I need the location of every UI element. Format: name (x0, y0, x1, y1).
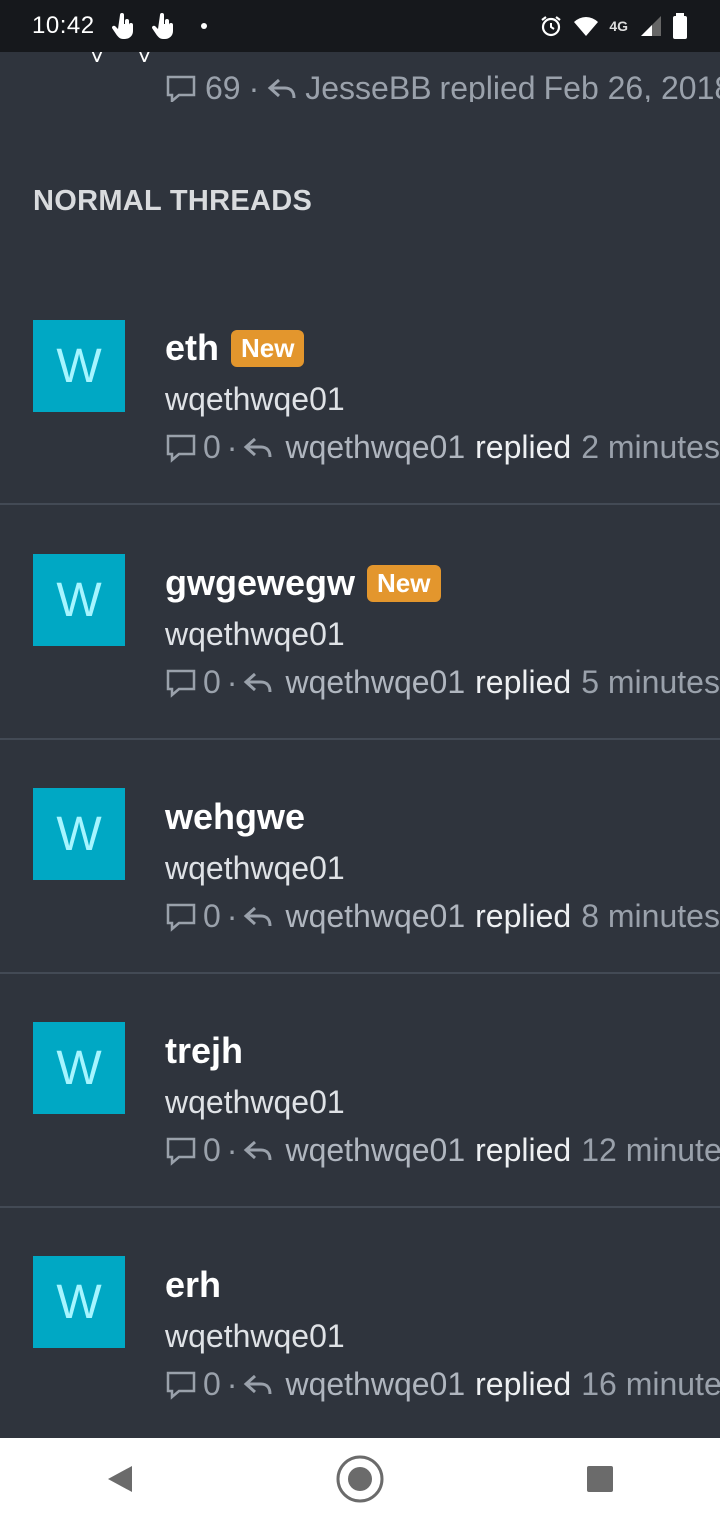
previous-thread-meta: 69 · JesseBB replied Feb 26, 2018 (165, 70, 720, 102)
thread-row[interactable]: W wehgwe wqethwqe01 0 · wqethwqe01 repli… (0, 740, 720, 974)
previous-replier: JesseBB (305, 70, 432, 102)
avatar[interactable]: W (33, 554, 125, 646)
reply-count: 0 (203, 664, 221, 700)
reply-time: 2 minutes ago (581, 429, 720, 465)
previous-replied-word: replied (439, 70, 536, 102)
replied-label: replied (475, 1132, 572, 1168)
reply-arrow-icon (243, 1139, 273, 1163)
signal-icon (641, 16, 661, 36)
avatar[interactable]: W (33, 788, 125, 880)
thread-title-text: gwgewegw (165, 562, 356, 603)
thread-title[interactable]: gwgewegw New (165, 562, 441, 604)
last-replier[interactable]: wqethwqe01 (285, 898, 465, 935)
thread-meta: 0 · wqethwqe01 replied 12 minutes ago (165, 1132, 720, 1169)
touch-hand-icon (111, 13, 133, 39)
reply-count: 0 (203, 1366, 221, 1402)
thread-title[interactable]: erh (165, 1264, 221, 1306)
thread-title[interactable]: eth New (165, 327, 305, 369)
last-replier[interactable]: wqethwqe01 (285, 1132, 465, 1169)
touch-hand-icon (151, 13, 173, 39)
chevron-icon: ˅ ˅ (90, 52, 152, 71)
recents-button[interactable] (570, 1449, 630, 1509)
thread-meta: 0 · wqethwqe01 replied 5 minutes ago (165, 664, 720, 701)
thread-row[interactable]: W eth New wqethwqe01 0 · wqethwqe01 repl… (0, 271, 720, 505)
reply-arrow-icon (243, 1373, 273, 1397)
reply-time: 12 minutes ago (581, 1132, 720, 1168)
thread-meta: 0 · wqethwqe01 replied 16 minutes ago (165, 1366, 720, 1403)
speech-bubble-icon (165, 1136, 197, 1166)
thread-author[interactable]: wqethwqe01 (165, 616, 345, 653)
thread-meta: 0 · wqethwqe01 replied 8 minutes ago (165, 898, 720, 935)
notification-dot-icon (200, 23, 207, 29)
thread-title-text: eth (165, 327, 219, 368)
status-bar: 10:42 4G (0, 0, 720, 52)
reply-arrow-icon (267, 78, 296, 98)
section-title: NORMAL THREADS (33, 185, 313, 217)
new-badge: New (367, 564, 441, 602)
avatar[interactable]: W (33, 1022, 125, 1114)
previous-time: Feb 26, 2018 (543, 70, 720, 102)
home-button[interactable] (330, 1449, 390, 1509)
thread-title-text: erh (165, 1264, 222, 1305)
wifi-icon (574, 17, 599, 36)
avatar[interactable]: W (33, 320, 125, 412)
alarm-icon (541, 16, 561, 37)
last-replier[interactable]: wqethwqe01 (285, 1366, 465, 1403)
thread-title[interactable]: trejh (165, 1030, 243, 1072)
network-type: 4G (609, 18, 628, 34)
replied-label: replied (475, 1366, 572, 1402)
reply-time: 16 minutes ago (581, 1366, 720, 1402)
back-button[interactable] (90, 1449, 150, 1509)
last-replier[interactable]: wqethwqe01 (285, 429, 465, 466)
reply-arrow-icon (243, 671, 273, 695)
replied-label: replied (475, 664, 572, 700)
thread-author[interactable]: wqethwqe01 (165, 1084, 345, 1121)
thread-row[interactable]: W gwgewegw New wqethwqe01 0 · wqethwqe01… (0, 506, 720, 740)
system-icons: 4G (539, 13, 688, 39)
previous-thread-partial[interactable]: ˅ ˅ 69 · JesseBB replied Feb 26, 2018 (0, 52, 720, 102)
battery-icon (673, 13, 687, 39)
thread-title-text: trejh (165, 1030, 244, 1071)
status-time: 10:42 (32, 12, 95, 39)
speech-bubble-icon (165, 433, 197, 463)
speech-bubble-icon (165, 1370, 197, 1400)
speech-bubble-icon (165, 668, 197, 698)
thread-author[interactable]: wqethwqe01 (165, 1318, 345, 1355)
speech-bubble-icon (166, 75, 196, 102)
avatar[interactable]: W (33, 1256, 125, 1348)
previous-reply-count: 69 (205, 70, 241, 102)
thread-author[interactable]: wqethwqe01 (165, 381, 345, 418)
reply-count: 0 (203, 429, 221, 465)
reply-count: 0 (203, 1132, 221, 1168)
home-circle-icon (336, 1455, 384, 1503)
new-badge: New (231, 329, 305, 367)
system-nav-bar (0, 1438, 720, 1520)
last-replier[interactable]: wqethwqe01 (285, 664, 465, 701)
reply-count: 0 (203, 898, 221, 934)
thread-row[interactable]: W erh wqethwqe01 0 · wqethwqe01 replied … (0, 1208, 720, 1438)
thread-row[interactable]: W trejh wqethwqe01 0 · wqethwqe01 replie… (0, 974, 720, 1208)
recents-square-icon (587, 1466, 613, 1492)
reply-arrow-icon (243, 905, 273, 929)
replied-label: replied (475, 898, 572, 934)
replied-label: replied (475, 429, 572, 465)
reply-time: 8 minutes ago (581, 898, 720, 934)
thread-meta: 0 · wqethwqe01 replied 2 minutes ago (165, 429, 720, 466)
speech-bubble-icon (165, 902, 197, 932)
back-triangle-icon (108, 1466, 132, 1492)
thread-list[interactable]: ˅ ˅ 69 · JesseBB replied Feb 26, 2018 NO… (0, 52, 720, 1438)
reply-arrow-icon (243, 436, 273, 460)
thread-title-text: wehgwe (165, 796, 306, 837)
notification-icons (111, 12, 207, 40)
thread-author[interactable]: wqethwqe01 (165, 850, 345, 887)
reply-time: 5 minutes ago (581, 664, 720, 700)
thread-title[interactable]: wehgwe (165, 796, 305, 838)
